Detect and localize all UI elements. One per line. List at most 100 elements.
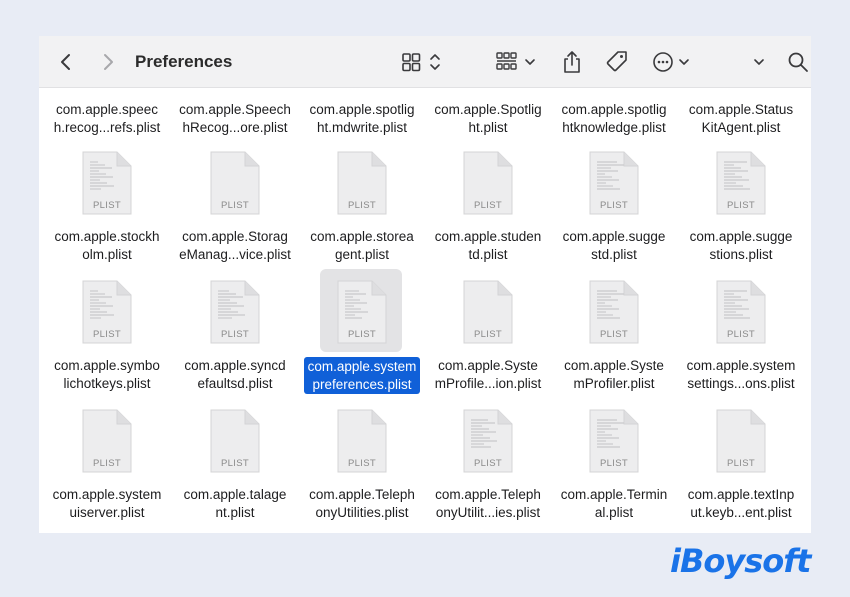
tag-icon [606, 50, 627, 71]
file-grid: com.apple.speec h.recog...refs.plist com.a… [39, 87, 811, 533]
file-type-badge: PLIST [727, 329, 755, 340]
file-name: com.apple.sugge stions.plist [689, 229, 793, 262]
file-name: com.apple.spotlig ht.mdwrite.plist [309, 102, 415, 135]
plist-document-icon: PLIST [713, 279, 769, 350]
plist-document-icon: PLIST [207, 408, 263, 479]
file-type-badge: PLIST [727, 200, 755, 211]
toolbar: Preferences [39, 36, 811, 88]
file-icon-container: PLIST [550, 150, 678, 228]
file-name: com.apple.system settings...ons.plist [686, 358, 796, 391]
file-icon-container: PLIST [298, 408, 426, 486]
file-name: com.apple.Spotlig ht.plist [434, 102, 542, 135]
file-icon-container: PLIST [43, 408, 171, 486]
file-icon-container: PLIST [43, 150, 171, 228]
file-name: com.apple.stockh olm.plist [54, 229, 160, 262]
file-type-badge: PLIST [474, 458, 502, 469]
share-icon [564, 50, 580, 73]
plist-document-icon: PLIST [713, 150, 769, 221]
file-name: com.apple.system uiserver.plist [52, 487, 162, 520]
file-type-badge: PLIST [348, 458, 376, 469]
plist-document-icon: PLIST [334, 279, 390, 350]
file-icon-container: PLIST [677, 279, 805, 357]
file-name: com.apple.Syste mProfiler.plist [564, 358, 664, 391]
plist-document-icon: PLIST [79, 408, 135, 479]
file-type-badge: PLIST [93, 200, 121, 211]
brand-logo: iBoysoft [670, 542, 811, 580]
file-type-badge: PLIST [221, 200, 249, 211]
file-icon-container: PLIST [171, 150, 299, 228]
window-title: Preferences [135, 52, 233, 71]
file-name: com.apple.Teleph onyUtilit...ies.plist [435, 487, 541, 520]
file-icon-container: PLIST [171, 408, 299, 486]
file-icon-container: PLIST [677, 150, 805, 228]
tag-button[interactable] [601, 36, 633, 87]
view-mode-button[interactable] [399, 36, 447, 87]
file-name: com.apple.Storag eManag...vice.plist [179, 229, 291, 262]
group-button[interactable] [493, 36, 541, 87]
search-icon [788, 52, 808, 72]
plist-document-icon: PLIST [207, 279, 263, 350]
file-name: com.apple.spotlig htknowledge.plist [561, 102, 667, 135]
plist-document-icon: PLIST [586, 408, 642, 479]
file-type-badge: PLIST [727, 458, 755, 469]
back-button[interactable] [53, 36, 79, 87]
more-actions-button[interactable] [651, 36, 697, 87]
file-icon-container: PLIST [298, 150, 426, 228]
plist-document-icon: PLIST [460, 150, 516, 221]
file-name: com.apple.studen td.plist [434, 229, 542, 262]
plist-document-icon: PLIST [460, 408, 516, 479]
plist-document-icon: PLIST [460, 279, 516, 350]
toolbar-overflow-button[interactable] [747, 36, 771, 87]
file-type-badge: PLIST [221, 458, 249, 469]
plist-document-icon: PLIST [79, 279, 135, 350]
file-name: com.apple.Termin al.plist [560, 487, 668, 520]
file-type-badge: PLIST [474, 329, 502, 340]
file-type-badge: PLIST [600, 458, 628, 469]
file-type-badge: PLIST [221, 329, 249, 340]
plist-document-icon: PLIST [79, 150, 135, 221]
finder-window: Preferences com.apple.speec h.recog...re… [39, 36, 811, 533]
file-name: com.apple.syncd efaultsd.plist [184, 358, 286, 391]
file-name: com.apple.textInp ut.keyb...ent.plist [687, 487, 795, 520]
file-icon-container: PLIST [43, 279, 171, 357]
file-type-badge: PLIST [93, 458, 121, 469]
file-icon-container: PLIST [550, 408, 678, 486]
file-icon-container: PLIST [677, 408, 805, 486]
share-button[interactable] [557, 36, 587, 87]
file-icon-container: PLIST [298, 269, 426, 357]
file-icon-container: PLIST [424, 408, 552, 486]
file-name: com.apple.sugge std.plist [562, 229, 666, 262]
file-name: com.apple.talage nt.plist [183, 487, 287, 520]
file-icon-container: PLIST [424, 150, 552, 228]
chevron-left-icon [61, 53, 70, 70]
file-name: com.apple.Speech hRecog...ore.plist [179, 102, 291, 135]
file-name: com.apple.Syste mProfile...ion.plist [434, 358, 542, 391]
search-button[interactable] [785, 36, 811, 87]
file-icon-container: PLIST [550, 279, 678, 357]
file-type-badge: PLIST [93, 329, 121, 340]
file-name: com.apple.Status KitAgent.plist [688, 102, 794, 135]
file-name: com.apple.symbo lichotkeys.plist [54, 358, 160, 391]
plist-document-icon: PLIST [334, 408, 390, 479]
file-type-badge: PLIST [600, 200, 628, 211]
plist-document-icon: PLIST [586, 279, 642, 350]
plist-document-icon: PLIST [586, 150, 642, 221]
file-type-badge: PLIST [348, 329, 376, 340]
plist-document-icon: PLIST [334, 150, 390, 221]
file-icon-container: PLIST [171, 279, 299, 357]
file-icon-container: PLIST [424, 279, 552, 357]
forward-button[interactable] [95, 36, 121, 87]
plist-document-icon: PLIST [207, 150, 263, 221]
file-name: com.apple.Teleph onyUtilities.plist [309, 487, 415, 520]
file-type-badge: PLIST [348, 200, 376, 211]
group-view-icon [496, 51, 535, 70]
file-name: com.apple.storea gent.plist [310, 229, 414, 262]
icon-view-grid-icon [402, 52, 440, 71]
chevron-right-icon [104, 53, 113, 70]
file-name: com.apple.system preferences.plist [298, 357, 426, 394]
chevron-down-icon [754, 58, 764, 65]
more-icon [653, 51, 689, 72]
file-type-badge: PLIST [600, 329, 628, 340]
file-type-badge: PLIST [474, 200, 502, 211]
file-name: com.apple.speec h.recog...refs.plist [53, 102, 161, 135]
